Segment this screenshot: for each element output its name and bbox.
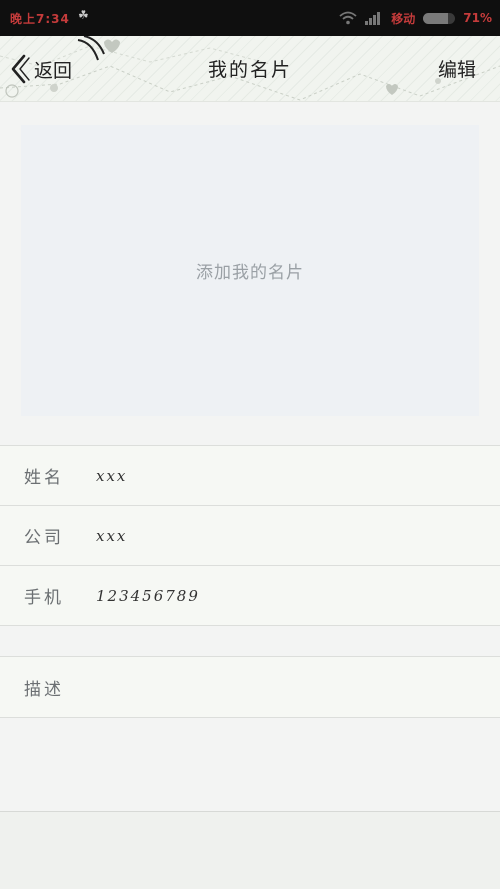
info-list: 姓名 xxx 公司 xxx 手机 123456789 xyxy=(0,445,500,626)
carrier-name: 移动 xyxy=(391,11,416,26)
back-label: 返回 xyxy=(34,59,73,82)
battery-fill xyxy=(423,12,449,24)
description-section: 描述 xyxy=(0,656,500,718)
notification-icon: ☘ xyxy=(78,8,89,22)
wifi-icon xyxy=(339,11,357,25)
phone-value: 123456789 xyxy=(96,586,200,605)
status-right-group: 移动 71% xyxy=(339,8,492,28)
name-label: 姓名 xyxy=(24,468,64,488)
status-time: 晚上7:34 xyxy=(10,12,70,26)
company-row[interactable]: 公司 xxx xyxy=(0,506,500,566)
description-field[interactable]: 描述 xyxy=(0,657,500,718)
add-card-area[interactable]: 添加我的名片 xyxy=(21,125,479,416)
phone-label: 手机 xyxy=(24,588,64,608)
company-value: xxx xyxy=(96,526,128,545)
decorative-pattern xyxy=(0,36,500,101)
edit-button[interactable]: 编辑 xyxy=(438,55,476,82)
name-row[interactable]: 姓名 xxx xyxy=(0,446,500,506)
battery-percent: 71% xyxy=(463,11,492,25)
bottom-area xyxy=(0,811,500,889)
signal-icon xyxy=(365,11,383,25)
status-bar: 晚上7:34 ☘ 移动 71% xyxy=(0,0,500,36)
battery-icon xyxy=(423,12,456,24)
heart-icon xyxy=(104,39,120,53)
back-button[interactable]: 返回 xyxy=(10,53,72,85)
add-card-label: 添加我的名片 xyxy=(196,263,304,283)
chevron-left-icon xyxy=(11,54,30,84)
title-bar: 返回 我的名片 编辑 xyxy=(0,36,500,102)
name-value: xxx xyxy=(96,466,128,485)
company-label: 公司 xyxy=(24,528,64,548)
description-label: 描述 xyxy=(24,679,64,700)
phone-row[interactable]: 手机 123456789 xyxy=(0,566,500,626)
